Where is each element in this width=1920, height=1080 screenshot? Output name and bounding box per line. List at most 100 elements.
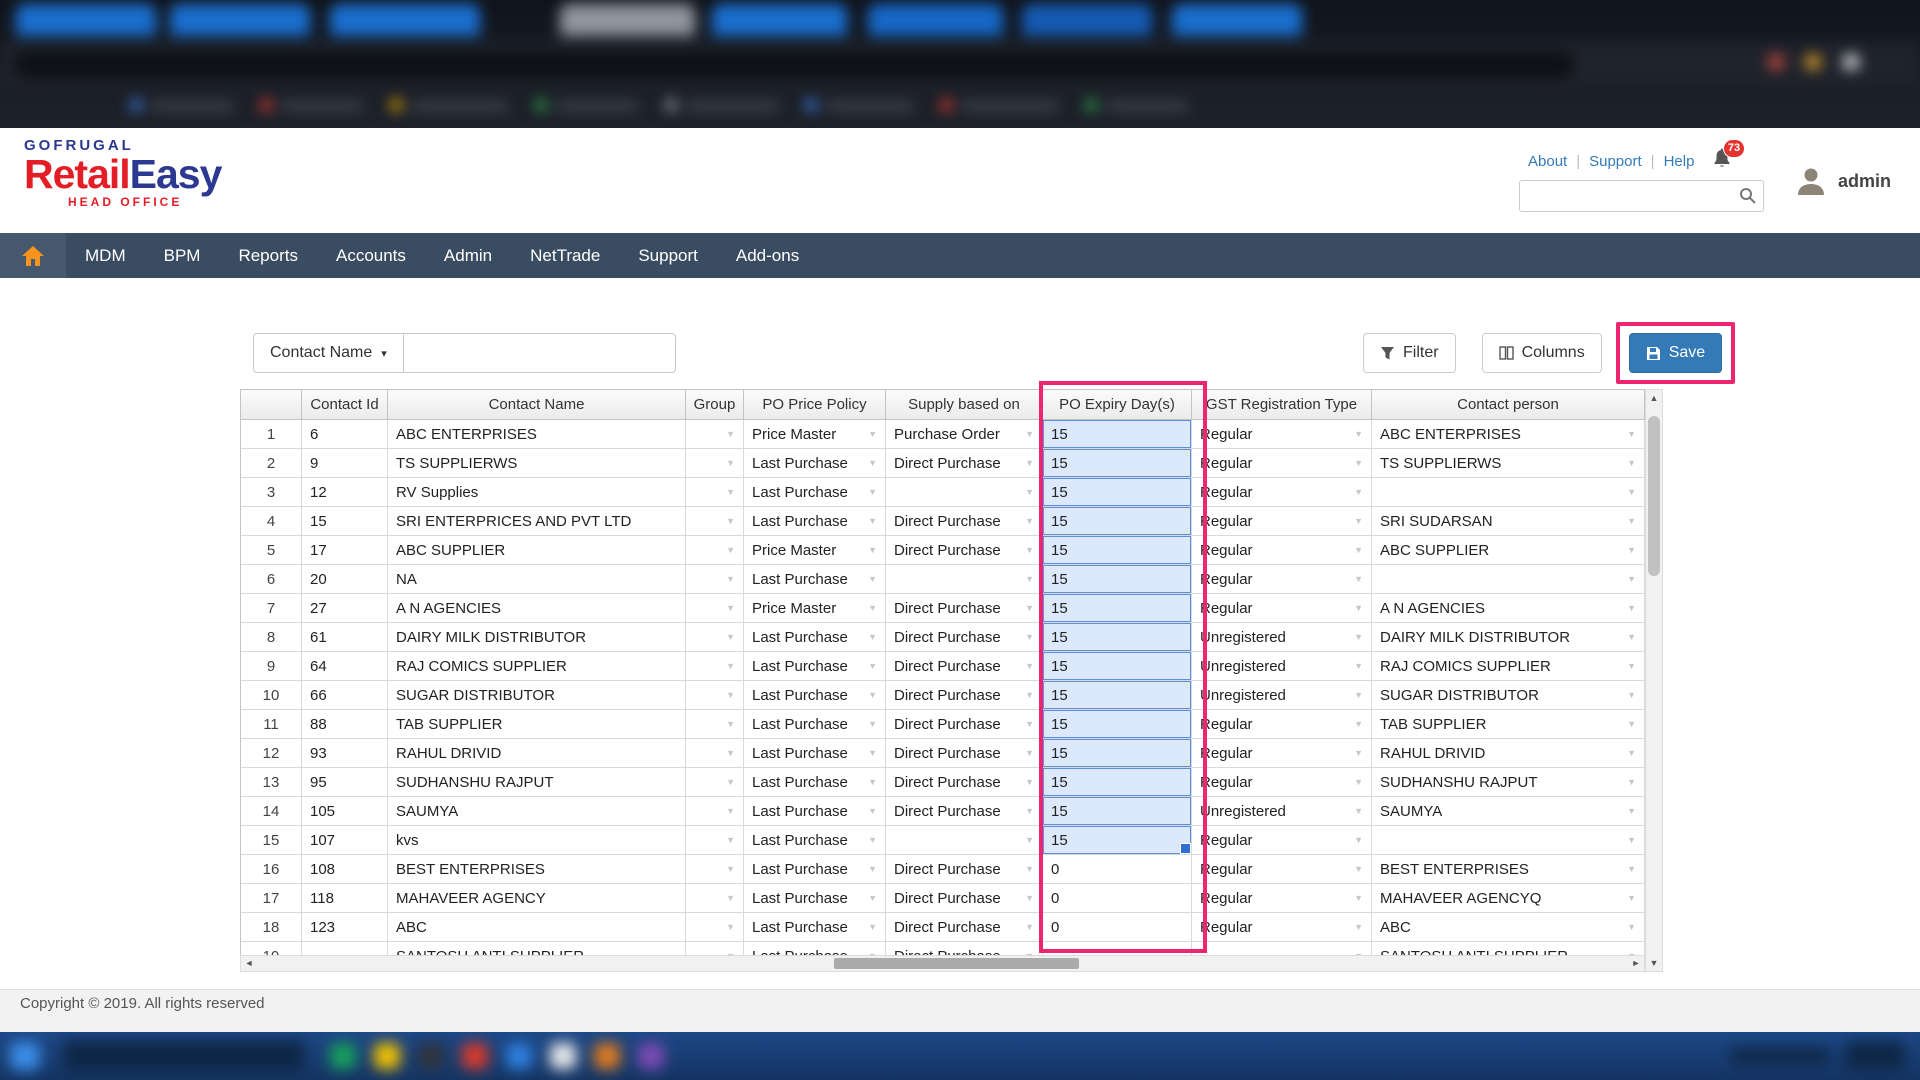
contact-person-cell[interactable]: SUGAR DISTRIBUTOR▼ xyxy=(1372,681,1645,710)
user-menu[interactable]: admin xyxy=(1794,164,1891,198)
supply-based-on-cell[interactable]: Direct Purchase▼ xyxy=(886,681,1043,710)
contact-name-cell[interactable]: ABC SUPPLIER xyxy=(388,536,686,565)
gst-registration-type-cell[interactable]: Regular▼ xyxy=(1192,710,1372,739)
po-expiry-days-cell[interactable]: 15 xyxy=(1043,536,1192,565)
contact-name-cell[interactable]: TS SUPPLIERWS xyxy=(388,449,686,478)
po-price-policy-cell[interactable]: Price Master▼ xyxy=(744,420,886,449)
group-cell[interactable]: ▼ xyxy=(686,623,744,652)
contact-name-cell[interactable]: RAHUL DRIVID xyxy=(388,739,686,768)
contact-id-cell[interactable]: 107 xyxy=(302,826,388,855)
contact-person-cell[interactable]: TS SUPPLIERWS▼ xyxy=(1372,449,1645,478)
contact-name-cell[interactable]: TAB SUPPLIER xyxy=(388,710,686,739)
po-expiry-days-cell[interactable]: 15 xyxy=(1043,739,1192,768)
gst-registration-type-cell[interactable]: ▼ xyxy=(1192,942,1372,955)
supply-based-on-cell[interactable]: Direct Purchase▼ xyxy=(886,623,1043,652)
po-price-policy-cell[interactable]: Last Purchase▼ xyxy=(744,652,886,681)
contact-id-cell[interactable]: 64 xyxy=(302,652,388,681)
po-expiry-days-cell[interactable]: 15 xyxy=(1043,420,1192,449)
gst-registration-type-cell[interactable]: Regular▼ xyxy=(1192,594,1372,623)
nav-item-bpm[interactable]: BPM xyxy=(145,233,220,278)
scroll-right-arrow-icon[interactable]: ► xyxy=(1628,956,1644,971)
column-header-contact-person[interactable]: Contact person xyxy=(1372,389,1645,420)
search-column-dropdown[interactable]: Contact Name▾ xyxy=(253,333,404,373)
supply-based-on-cell[interactable]: Direct Purchase▼ xyxy=(886,855,1043,884)
group-cell[interactable]: ▼ xyxy=(686,913,744,942)
contact-id-cell[interactable]: 27 xyxy=(302,594,388,623)
contact-name-cell[interactable]: SRI ENTERPRICES AND PVT LTD xyxy=(388,507,686,536)
gst-registration-type-cell[interactable]: Regular▼ xyxy=(1192,739,1372,768)
contact-person-cell[interactable]: SANTOSH ANTI SUPPLIER▼ xyxy=(1372,942,1645,955)
po-expiry-days-cell[interactable]: 15 xyxy=(1043,681,1192,710)
contact-id-cell[interactable]: 9 xyxy=(302,449,388,478)
contact-id-cell[interactable]: 108 xyxy=(302,855,388,884)
nav-item-nettrade[interactable]: NetTrade xyxy=(511,233,619,278)
contact-person-cell[interactable]: RAJ COMICS SUPPLIER▼ xyxy=(1372,652,1645,681)
group-cell[interactable]: ▼ xyxy=(686,652,744,681)
column-header-contact-name[interactable]: Contact Name xyxy=(388,389,686,420)
po-price-policy-cell[interactable]: Last Purchase▼ xyxy=(744,507,886,536)
group-cell[interactable]: ▼ xyxy=(686,710,744,739)
contact-person-cell[interactable]: RAHUL DRIVID▼ xyxy=(1372,739,1645,768)
vertical-scrollbar-thumb[interactable] xyxy=(1648,416,1660,576)
contact-id-cell[interactable]: 20 xyxy=(302,565,388,594)
po-expiry-days-cell[interactable]: 15 xyxy=(1043,710,1192,739)
contact-name-cell[interactable]: SANTOSH ANTI SUPPLIER xyxy=(388,942,686,955)
about-link[interactable]: About xyxy=(1528,153,1567,170)
po-expiry-days-cell[interactable]: 0 xyxy=(1043,913,1192,942)
supply-based-on-cell[interactable]: Direct Purchase▼ xyxy=(886,594,1043,623)
horizontal-scrollbar[interactable]: ◄ ► xyxy=(240,955,1645,972)
contact-id-cell[interactable]: 17 xyxy=(302,536,388,565)
gst-registration-type-cell[interactable]: Unregistered▼ xyxy=(1192,652,1372,681)
group-cell[interactable]: ▼ xyxy=(686,768,744,797)
gst-registration-type-cell[interactable]: Unregistered▼ xyxy=(1192,623,1372,652)
scroll-left-arrow-icon[interactable]: ◄ xyxy=(241,956,257,971)
contact-id-cell[interactable]: 15 xyxy=(302,507,388,536)
supply-based-on-cell[interactable]: Direct Purchase▼ xyxy=(886,536,1043,565)
contact-person-cell[interactable]: MAHAVEER AGENCYQ▼ xyxy=(1372,884,1645,913)
po-expiry-days-cell[interactable]: 15 xyxy=(1043,565,1192,594)
contact-id-cell[interactable]: 61 xyxy=(302,623,388,652)
contact-name-cell[interactable]: RAJ COMICS SUPPLIER xyxy=(388,652,686,681)
contact-name-cell[interactable]: kvs xyxy=(388,826,686,855)
po-price-policy-cell[interactable]: Last Purchase▼ xyxy=(744,855,886,884)
supply-based-on-cell[interactable]: Direct Purchase▼ xyxy=(886,768,1043,797)
contact-id-cell[interactable]: 118 xyxy=(302,884,388,913)
po-expiry-days-cell[interactable]: 15 xyxy=(1043,594,1192,623)
po-price-policy-cell[interactable]: Last Purchase▼ xyxy=(744,565,886,594)
gst-registration-type-cell[interactable]: Unregistered▼ xyxy=(1192,797,1372,826)
contact-person-cell[interactable]: ABC▼ xyxy=(1372,913,1645,942)
po-expiry-days-cell[interactable]: 15 xyxy=(1043,507,1192,536)
po-expiry-days-cell[interactable]: 0 xyxy=(1043,855,1192,884)
supply-based-on-cell[interactable]: ▼ xyxy=(886,565,1043,594)
contact-name-cell[interactable]: SAUMYA xyxy=(388,797,686,826)
po-expiry-days-cell[interactable]: 15 xyxy=(1043,623,1192,652)
nav-item-add-ons[interactable]: Add-ons xyxy=(717,233,818,278)
supply-based-on-cell[interactable]: ▼ xyxy=(886,478,1043,507)
po-price-policy-cell[interactable]: Last Purchase▼ xyxy=(744,768,886,797)
contact-name-cell[interactable]: NA xyxy=(388,565,686,594)
header-search-input[interactable] xyxy=(1519,180,1764,212)
supply-based-on-cell[interactable]: Direct Purchase▼ xyxy=(886,507,1043,536)
group-cell[interactable]: ▼ xyxy=(686,826,744,855)
contact-name-cell[interactable]: BEST ENTERPRISES xyxy=(388,855,686,884)
columns-button[interactable]: Columns xyxy=(1482,333,1602,373)
nav-item-mdm[interactable]: MDM xyxy=(66,233,145,278)
group-cell[interactable]: ▼ xyxy=(686,884,744,913)
contact-id-cell[interactable]: 93 xyxy=(302,739,388,768)
gst-registration-type-cell[interactable]: Regular▼ xyxy=(1192,855,1372,884)
nav-item-home[interactable] xyxy=(0,233,66,278)
nav-item-support[interactable]: Support xyxy=(619,233,717,278)
contact-id-cell[interactable] xyxy=(302,942,388,955)
save-button[interactable]: Save xyxy=(1629,333,1722,373)
column-header-po-price-policy[interactable]: PO Price Policy xyxy=(744,389,886,420)
contact-name-cell[interactable]: RV Supplies xyxy=(388,478,686,507)
group-cell[interactable]: ▼ xyxy=(686,565,744,594)
supply-based-on-cell[interactable]: ▼ xyxy=(886,826,1043,855)
gst-registration-type-cell[interactable]: Regular▼ xyxy=(1192,449,1372,478)
contact-person-cell[interactable]: ▼ xyxy=(1372,826,1645,855)
contact-name-cell[interactable]: ABC ENTERPRISES xyxy=(388,420,686,449)
contact-id-cell[interactable]: 66 xyxy=(302,681,388,710)
gst-registration-type-cell[interactable]: Regular▼ xyxy=(1192,884,1372,913)
supply-based-on-cell[interactable]: Direct Purchase▼ xyxy=(886,884,1043,913)
contact-person-cell[interactable]: A N AGENCIES▼ xyxy=(1372,594,1645,623)
